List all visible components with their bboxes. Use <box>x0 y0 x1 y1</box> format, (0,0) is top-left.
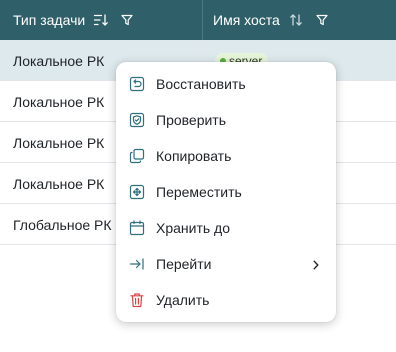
cell-task-type: Локальное РК <box>13 175 105 192</box>
menu-item-label: Восстановить <box>156 76 246 92</box>
trash-icon <box>129 292 145 308</box>
check-shield-icon <box>129 112 145 128</box>
column-header-task-type[interactable]: Тип задачи <box>0 0 202 40</box>
menu-item-copy[interactable]: Копировать <box>116 138 336 174</box>
goto-icon <box>129 256 145 272</box>
menu-item-label: Копировать <box>156 148 232 164</box>
table-header: Тип задачи Имя хоста <box>0 0 396 40</box>
cell-task-type: Локальное РК <box>13 134 105 151</box>
sort-descending-icon[interactable] <box>93 12 109 28</box>
menu-item-move[interactable]: Переместить <box>116 174 336 210</box>
menu-item-label: Удалить <box>156 292 210 308</box>
filter-icon[interactable] <box>119 12 135 28</box>
menu-item-label: Хранить до <box>156 220 231 236</box>
menu-item-goto[interactable]: Перейти <box>116 246 336 282</box>
cell-task-type: Глобальное РК <box>13 216 112 233</box>
copy-icon <box>129 148 145 164</box>
cell-task-type: Локальное РК <box>13 52 105 69</box>
menu-item-keep-until[interactable]: Хранить до <box>116 210 336 246</box>
column-header-host-name[interactable]: Имя хоста <box>202 0 396 40</box>
menu-item-check[interactable]: Проверить <box>116 102 336 138</box>
menu-item-label: Проверить <box>156 112 227 128</box>
cell-task-type: Локальное РК <box>13 93 105 110</box>
chevron-right-icon <box>310 258 322 270</box>
column-label: Имя хоста <box>213 12 280 28</box>
restore-icon <box>129 76 145 92</box>
menu-item-label: Переместить <box>156 184 242 200</box>
menu-item-label: Перейти <box>156 256 212 272</box>
menu-item-delete[interactable]: Удалить <box>116 282 336 318</box>
filter-icon[interactable] <box>314 12 330 28</box>
context-menu: Восстановить Проверить Копировать Переме… <box>116 62 336 322</box>
menu-item-restore[interactable]: Восстановить <box>116 66 336 102</box>
move-icon <box>129 184 145 200</box>
sort-both-icon[interactable] <box>288 12 304 28</box>
column-label: Тип задачи <box>13 12 86 28</box>
calendar-icon <box>129 220 145 236</box>
